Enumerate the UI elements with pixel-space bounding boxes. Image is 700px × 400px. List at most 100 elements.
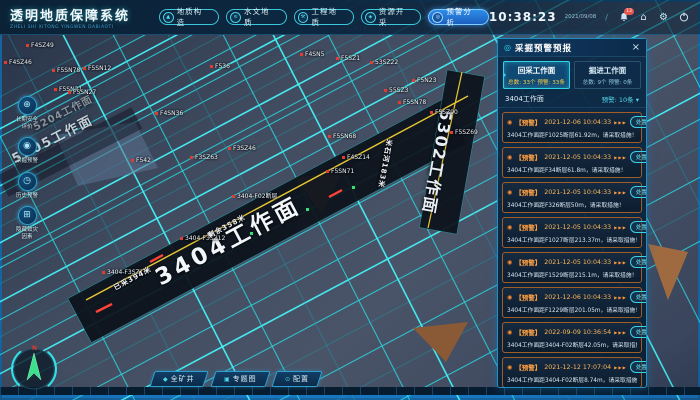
alarm-item: ◉ 【预警】 2021-12-05 10:04:33 ▶▶▶ 处置 3404工作… — [502, 217, 642, 248]
alarm-timestamp: 2021-12-05 10:04:33 — [544, 189, 611, 196]
sidebar-tool[interactable]: ⊞ 隐藏致灾 因素 — [4, 206, 50, 240]
fault-label[interactable]: F5SN68 — [328, 134, 356, 140]
compass[interactable]: N — [8, 342, 60, 394]
fault-label[interactable]: F5SZ69 — [450, 130, 478, 136]
arrows-icon: ▶▶▶ — [614, 295, 627, 300]
sensor-marker — [306, 208, 309, 211]
nav-button[interactable]: ⚒ 工程地质 — [294, 9, 354, 25]
left-toolbar: ⊕ 长期安全 评价 ◉ 采掘预警 ◷ 历史预警 ⊞ 隐藏致灾 因素 — [4, 96, 50, 241]
alarm-icon: ◉ — [507, 119, 512, 126]
settings-gear-icon[interactable]: ⚙ — [657, 11, 670, 24]
fault-label[interactable]: F5N23 — [412, 78, 436, 84]
sidebar-tool[interactable]: ⊕ 长期安全 评价 — [4, 96, 50, 130]
clock-date: 2021/09/08 — [565, 14, 597, 20]
fault-label[interactable]: F5SZ90 — [430, 110, 458, 116]
handle-alarm-button[interactable]: 处置 — [630, 186, 646, 198]
fault-label[interactable]: 53SZ22 — [370, 60, 398, 66]
fault-label[interactable]: F4SZ46 — [4, 60, 32, 66]
view-mode-label: 全矿井 — [171, 374, 195, 384]
fault-label[interactable]: F5SN71 — [326, 169, 354, 175]
alarm-item: ◉ 【预警】 2022-09-09 10:36:54 ▶▶▶ 处置 3404工作… — [502, 322, 642, 353]
handle-alarm-button[interactable]: 处置 — [630, 326, 646, 338]
fault-label[interactable]: F542 — [131, 158, 151, 164]
nav-button[interactable]: ≋ 水文地质 — [226, 9, 286, 25]
alarm-count-dropdown[interactable]: 预警: 10条 ▾ — [602, 94, 639, 104]
notification-bell-icon[interactable]: 13 — [617, 11, 630, 24]
fault-label[interactable]: F4SN36 — [155, 111, 183, 117]
view-mode-label: 配置 — [293, 374, 309, 384]
alarm-description: 3404工作面距3404-F02断层42.05m，请采取措施！ — [507, 340, 637, 349]
alarm-item-header: ◉ 【预警】 2021-12-05 10:04:33 ▶▶▶ 处置 — [507, 186, 637, 198]
nav-button[interactable]: ◎ 预警分析 — [428, 9, 488, 25]
handle-alarm-button[interactable]: 处置 — [630, 116, 646, 128]
arrows-icon: ▶▶▶ — [614, 365, 627, 370]
sidebar-tool-label: 采掘预警 — [16, 158, 38, 165]
alarm-tag: 【预警】 — [515, 117, 541, 127]
handle-alarm-button[interactable]: 处置 — [630, 291, 646, 303]
view-mode-icon: ▣ — [224, 376, 230, 383]
alarm-icon: ◉ — [507, 294, 512, 301]
nav-button-label: 水文地质 — [244, 6, 278, 28]
alarm-item-header: ◉ 【预警】 2021-12-06 10:04:33 ▶▶▶ 处置 — [507, 116, 637, 128]
nav-button[interactable]: ▲ 地质构造 — [159, 9, 219, 25]
app-title: 透明地质保障系统 — [10, 5, 159, 24]
bottom-view-buttons: ◆ 全矿井 ▣ 专题图 ⊙ 配置 — [152, 371, 320, 387]
sidebar-tool[interactable]: ◉ 采掘预警 — [4, 137, 50, 165]
view-mode-icon: ⊙ — [285, 376, 290, 383]
alarm-icon: ◉ — [507, 189, 512, 196]
fault-label[interactable]: F5SZ1 — [336, 56, 360, 62]
fault-label[interactable]: F4SZ49 — [26, 43, 54, 49]
alarm-description: 3404工作面距F1027断层213.37m，请采取措施！ — [507, 235, 637, 244]
handle-alarm-button[interactable]: 处置 — [630, 151, 646, 163]
nav-button[interactable]: ◈ 资源开采 — [361, 9, 421, 25]
alarm-item: ◉ 【预警】 2021-12-05 10:04:33 ▶▶▶ 处置 3404工作… — [502, 252, 642, 283]
view-mode-button[interactable]: ▣ 专题图 — [210, 371, 270, 387]
arrows-icon: ▶▶▶ — [614, 260, 627, 265]
handle-alarm-button[interactable]: 处置 — [630, 361, 646, 373]
alarm-timestamp: 2021-12-05 10:04:33 — [544, 224, 611, 231]
home-icon[interactable]: ⌂ — [637, 11, 650, 24]
alarm-icon: ◉ — [507, 259, 512, 266]
main-nav: ▲ 地质构造 ≋ 水文地质 ⚒ 工程地质 ◈ 资源开采 ◎ 预警分析 — [159, 9, 489, 25]
arrows-icon: ▶▶▶ — [614, 330, 627, 335]
fault-label[interactable]: 3404-F3SZ12 — [180, 236, 225, 242]
nav-button-icon: ⚒ — [298, 12, 309, 23]
nav-button-icon: ▲ — [163, 12, 174, 23]
power-exit-icon[interactable] — [677, 11, 690, 24]
sidebar-tool[interactable]: ◷ 历史预警 — [4, 172, 50, 200]
alarm-timestamp: 2021-12-05 10:04:33 — [544, 259, 611, 266]
alarm-timestamp: 2021-12-05 10:04:33 — [544, 154, 611, 161]
fault-label[interactable]: F5SN78 — [52, 68, 80, 74]
alarm-list[interactable]: ◉ 【预警】 2021-12-06 10:04:33 ▶▶▶ 处置 3404工作… — [498, 108, 646, 387]
tab-stats: 总数: 9个 预警: 0条 — [575, 78, 640, 86]
top-header-bar: 透明地质保障系统 ZHELI SHI XITONG YINGWEN DABIAO… — [0, 0, 700, 35]
face-type-tab[interactable]: 回采工作面 总数: 33个 预警: 33条 — [503, 61, 570, 89]
tab-label: 掘进工作面 — [575, 65, 640, 76]
fault-label[interactable]: 3404-F02断层 — [232, 194, 278, 200]
panel-header: ◎ 采掘预警预报 × — [498, 39, 646, 57]
fault-label[interactable]: F5SN12 — [83, 66, 111, 72]
view-mode-button[interactable]: ⊙ 配置 — [272, 371, 323, 387]
arrows-icon: ▶▶▶ — [614, 155, 627, 160]
app-title-block: 透明地质保障系统 ZHELI SHI XITONG YINGWEN DABIAO… — [10, 5, 159, 30]
handle-alarm-button[interactable]: 处置 — [630, 256, 646, 268]
alarm-timestamp: 2022-09-09 10:36:54 — [544, 329, 611, 336]
fault-label[interactable]: F536 — [210, 64, 230, 70]
alarm-tag: 【预警】 — [515, 292, 541, 302]
selected-face[interactable]: 3404工作面 — [505, 94, 544, 104]
fault-label[interactable]: F3SZ63 — [190, 155, 218, 161]
fault-label[interactable]: 55SZ3 — [384, 88, 408, 94]
fault-wedge — [648, 244, 688, 300]
nav-button-label: 工程地质 — [311, 6, 345, 28]
fault-label[interactable]: F3SZ46 — [228, 146, 256, 152]
close-icon[interactable]: × — [632, 43, 640, 53]
fault-label[interactable]: F5SN78 — [398, 100, 426, 106]
fault-label[interactable]: F4SN5 — [300, 52, 324, 58]
view-mode-button[interactable]: ◆ 全矿井 — [149, 371, 208, 387]
handle-alarm-button[interactable]: 处置 — [630, 221, 646, 233]
alarm-item: ◉ 【预警】 2021-12-05 10:04:33 ▶▶▶ 处置 3404工作… — [502, 147, 642, 178]
fault-label[interactable]: F5SN27 — [68, 90, 96, 96]
alarm-item-header: ◉ 【预警】 2021-12-05 10:04:33 ▶▶▶ 处置 — [507, 256, 637, 268]
fault-label[interactable]: F4SZ14 — [342, 155, 370, 161]
face-type-tab[interactable]: 掘进工作面 总数: 9个 预警: 0条 — [574, 61, 641, 89]
